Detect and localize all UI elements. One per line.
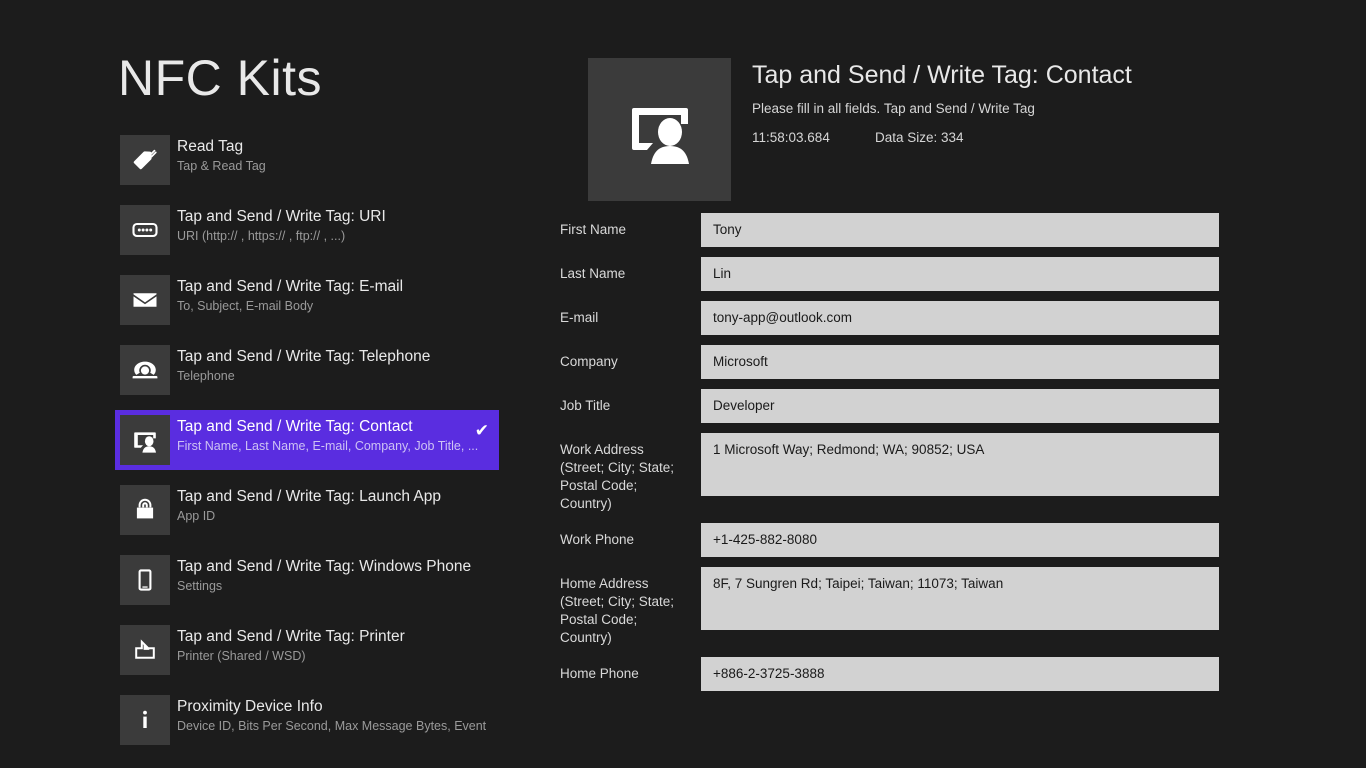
form-row-4: Job TitleDeveloper [560, 389, 1366, 423]
sidebar-item-subtitle: Telephone [177, 367, 430, 385]
sidebar-item-title: Tap and Send / Write Tag: Launch App [177, 487, 441, 507]
detail-title: Tap and Send / Write Tag: Contact [752, 58, 1292, 92]
sidebar-item-subtitle: Device ID, Bits Per Second, Max Message … [177, 717, 486, 735]
form-row-8: Home Phone+886-2-3725-3888 [560, 657, 1366, 691]
sidebar-item-4[interactable]: Tap and Send / Write Tag: ContactFirst N… [115, 410, 499, 470]
sidebar-item-2[interactable]: Tap and Send / Write Tag: E-mailTo, Subj… [115, 270, 499, 330]
form-input[interactable]: tony-app@outlook.com [701, 301, 1219, 335]
page-title: NFC Kits [118, 53, 322, 103]
form-input[interactable]: 1 Microsoft Way; Redmond; WA; 90852; USA [701, 433, 1219, 496]
form-input[interactable]: Microsoft [701, 345, 1219, 379]
sidebar-item-6[interactable]: Tap and Send / Write Tag: Windows PhoneS… [115, 550, 499, 610]
sidebar-item-7[interactable]: Tap and Send / Write Tag: PrinterPrinter… [115, 620, 499, 680]
sidebar-item-5[interactable]: Tap and Send / Write Tag: Launch AppApp … [115, 480, 499, 540]
sidebar-item-text: Read TagTap & Read Tag [177, 135, 266, 175]
data-size: Data Size: 334 [875, 128, 964, 148]
form-row-0: First NameTony [560, 213, 1366, 247]
sidebar-item-subtitle: Tap & Read Tag [177, 157, 266, 175]
form-label: Work Address (Street; City; State; Posta… [560, 433, 701, 513]
sidebar-item-text: Tap and Send / Write Tag: TelephoneTelep… [177, 345, 430, 385]
form-label: Home Address (Street; City; State; Posta… [560, 567, 701, 647]
sidebar-item-subtitle: URI (http:// , https:// , ftp:// , ...) [177, 227, 386, 245]
sidebar-item-title: Tap and Send / Write Tag: E-mail [177, 277, 403, 297]
telephone-icon [120, 345, 170, 395]
sidebar-item-1[interactable]: Tap and Send / Write Tag: URIURI (http:/… [115, 200, 499, 260]
sidebar-item-3[interactable]: Tap and Send / Write Tag: TelephoneTelep… [115, 340, 499, 400]
form-label: Home Phone [560, 657, 701, 683]
form-row-7: Home Address (Street; City; State; Posta… [560, 567, 1366, 647]
sidebar-nav-list: Read TagTap & Read Tag Tap and Send / Wri… [115, 130, 499, 760]
sidebar-item-title: Tap and Send / Write Tag: URI [177, 207, 386, 227]
form-label: Company [560, 345, 701, 371]
form-input[interactable]: Tony [701, 213, 1219, 247]
check-icon: ✔ [475, 422, 489, 439]
sidebar-item-text: Tap and Send / Write Tag: E-mailTo, Subj… [177, 275, 403, 315]
contact-icon [120, 415, 170, 465]
sidebar-item-0[interactable]: Read TagTap & Read Tag [115, 130, 499, 190]
tag-icon [120, 135, 170, 185]
form-label: Job Title [560, 389, 701, 415]
sidebar-item-text: Tap and Send / Write Tag: PrinterPrinter… [177, 625, 405, 665]
form-label: Work Phone [560, 523, 701, 549]
sidebar-item-8[interactable]: Proximity Device InfoDevice ID, Bits Per… [115, 690, 499, 750]
detail-meta: 11:58:03.684 Data Size: 334 [752, 128, 1292, 148]
sidebar-item-title: Tap and Send / Write Tag: Telephone [177, 347, 430, 367]
sidebar-item-subtitle: Printer (Shared / WSD) [177, 647, 405, 665]
envelope-icon [120, 275, 170, 325]
form-input[interactable]: +886-2-3725-3888 [701, 657, 1219, 691]
form-input[interactable]: +1-425-882-8080 [701, 523, 1219, 557]
sidebar-item-title: Tap and Send / Write Tag: Contact [177, 417, 478, 437]
form-row-3: CompanyMicrosoft [560, 345, 1366, 379]
sidebar-item-subtitle: App ID [177, 507, 441, 525]
shopping-bag-icon [120, 485, 170, 535]
form-input[interactable]: 8F, 7 Sungren Rd; Taipei; Taiwan; 11073;… [701, 567, 1219, 630]
detail-header-text: Tap and Send / Write Tag: Contact Please… [752, 58, 1292, 148]
timestamp: 11:58:03.684 [752, 128, 875, 148]
sidebar-item-text: Tap and Send / Write Tag: URIURI (http:/… [177, 205, 386, 245]
sidebar-item-title: Read Tag [177, 137, 266, 157]
sidebar-item-subtitle: First Name, Last Name, E-mail, Company, … [177, 437, 478, 455]
form-label: Last Name [560, 257, 701, 283]
phone-device-icon [120, 555, 170, 605]
form-input[interactable]: Developer [701, 389, 1219, 423]
form-row-1: Last NameLin [560, 257, 1366, 291]
detail-subtitle: Please fill in all fields. Tap and Send … [752, 98, 1292, 120]
sidebar-item-text: Proximity Device InfoDevice ID, Bits Per… [177, 695, 486, 735]
info-icon [120, 695, 170, 745]
form-label: E-mail [560, 301, 701, 327]
form-row-2: E-mailtony-app@outlook.com [560, 301, 1366, 335]
sidebar-item-title: Proximity Device Info [177, 697, 486, 717]
sidebar-item-title: Tap and Send / Write Tag: Printer [177, 627, 405, 647]
contact-form: First NameTonyLast NameLinE-mailtony-app… [560, 213, 1366, 701]
form-row-5: Work Address (Street; City; State; Posta… [560, 433, 1366, 513]
sidebar-item-text: Tap and Send / Write Tag: Windows PhoneS… [177, 555, 471, 595]
detail-header: Tap and Send / Write Tag: Contact Please… [588, 58, 1288, 202]
sidebar-item-text: Tap and Send / Write Tag: Launch AppApp … [177, 485, 441, 525]
contact-icon [588, 58, 731, 201]
form-row-6: Work Phone+1-425-882-8080 [560, 523, 1366, 557]
sidebar-item-subtitle: To, Subject, E-mail Body [177, 297, 403, 315]
detail-panel: Tap and Send / Write Tag: Contact Please… [560, 0, 1366, 768]
printer-icon [120, 625, 170, 675]
uri-icon [120, 205, 170, 255]
sidebar-item-text: Tap and Send / Write Tag: ContactFirst N… [177, 415, 478, 455]
left-column: NFC Kits Read TagTap & Read Tag Tap and S… [0, 0, 560, 768]
form-label: First Name [560, 213, 701, 239]
form-input[interactable]: Lin [701, 257, 1219, 291]
sidebar-item-subtitle: Settings [177, 577, 471, 595]
sidebar-item-title: Tap and Send / Write Tag: Windows Phone [177, 557, 471, 577]
